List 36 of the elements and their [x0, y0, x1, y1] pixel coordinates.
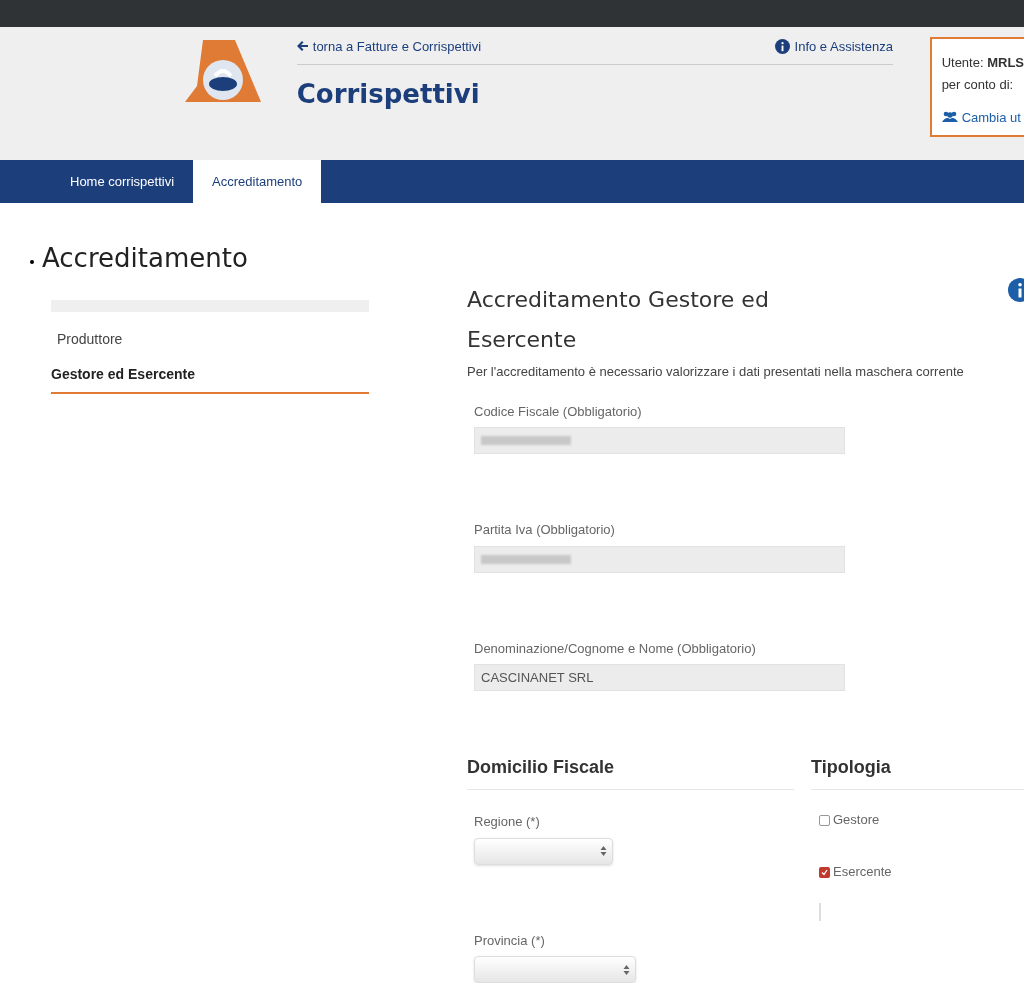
checkbox-label: Gestore [833, 811, 880, 829]
page-title: Accreditamento [42, 242, 248, 275]
check-icon [821, 868, 828, 876]
field-label: Regione (*) [474, 813, 541, 831]
form-title: Accreditamento Gestore ed Esercente [467, 286, 770, 354]
app-title: Corrispettivi [296, 78, 481, 112]
nav-tab[interactable]: Accreditamento [193, 160, 322, 203]
sidebar-item[interactable]: Produttore [51, 322, 369, 357]
on-behalf-line: per conto di: [941, 76, 1015, 95]
info-icon [774, 38, 790, 54]
field-label: Partita Iva (Obbligatorio) [474, 521, 616, 539]
user-line: Utente: MRLS [941, 53, 1024, 72]
field-label: Denominazione/Cognome e Nome (Obbligatorio) [474, 639, 757, 658]
readonly-field[interactable] [474, 545, 845, 573]
arrow-left-icon [296, 41, 308, 52]
field-label: Codice Fiscale (Obbligatorio) [474, 402, 643, 421]
readonly-field[interactable]: CASCINANET SRL [474, 664, 845, 691]
field-label: Provincia (*) [474, 931, 546, 950]
nav-tab[interactable]: Home corrispettivi [51, 160, 194, 203]
updown-icon [600, 845, 607, 857]
users-icon [941, 111, 958, 124]
section-title: Tipologia [811, 754, 1024, 790]
updown-icon [623, 963, 630, 976]
form-description: Per l'accreditamento è necessario valorizzare i dati presentati nella maschera corrente [467, 363, 965, 381]
info-link[interactable]: Info e Assistenza [774, 36, 893, 57]
readonly-field[interactable] [474, 427, 845, 454]
select-field[interactable] [474, 956, 636, 983]
bullet-icon [30, 259, 34, 264]
select-field[interactable] [474, 837, 613, 865]
sidebar-item[interactable]: Gestore ed Esercente [51, 357, 369, 394]
back-link[interactable]: torna a Fatture e Corrispettivi [296, 36, 482, 57]
section-title: Domicilio Fiscale [467, 754, 794, 790]
checkbox[interactable] [819, 866, 830, 878]
checkbox[interactable] [819, 815, 830, 826]
change-user-link[interactable]: Cambia ut [941, 107, 1024, 128]
checkbox-label: Esercente [833, 862, 892, 881]
